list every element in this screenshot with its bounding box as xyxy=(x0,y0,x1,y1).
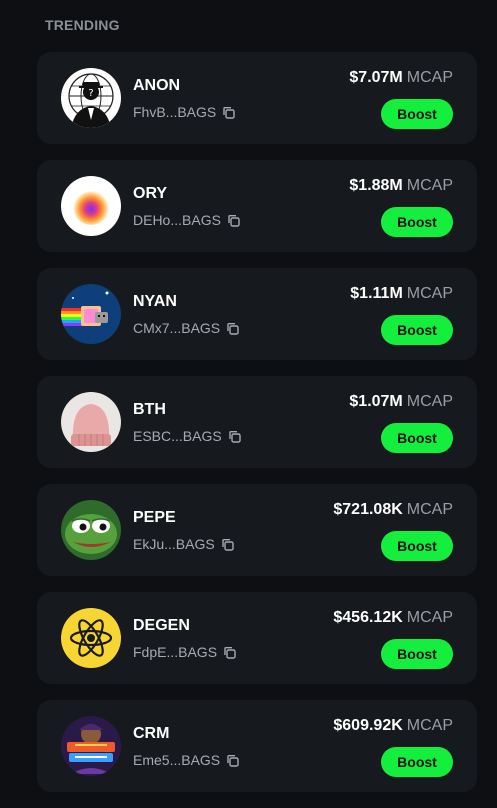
market-cap-unit: MCAP xyxy=(406,285,453,302)
token-address: CMx7...BAGS xyxy=(133,320,239,336)
market-cap-value: $1.88M xyxy=(349,177,403,194)
market-cap-value: $456.12K xyxy=(333,609,403,626)
token-address: FdpE...BAGS xyxy=(133,644,236,660)
market-cap: $1.11M MCAP xyxy=(350,285,453,303)
market-cap-unit: MCAP xyxy=(406,717,453,734)
token-card[interactable]: NYAN CMx7...BAGS $1.11M MCAP Boost xyxy=(37,268,477,360)
nyan-cat-icon xyxy=(61,284,121,344)
market-cap: $609.92K MCAP xyxy=(333,717,453,735)
copy-icon[interactable] xyxy=(227,214,240,227)
market-cap-value: $721.08K xyxy=(333,501,403,518)
token-name: DEGEN xyxy=(133,617,190,634)
market-cap-value: $1.11M xyxy=(350,285,403,302)
market-cap-value: $7.07M xyxy=(349,69,403,86)
boost-button[interactable]: Boost xyxy=(381,531,453,561)
crypto-rug-muncher-logo-icon xyxy=(61,716,121,776)
token-card[interactable]: CRM Eme5...BAGS $609.92K MCAP Boost xyxy=(37,700,477,792)
trending-list: ? ANON FhvB...BAGS $7.07M MCAP Boost ORY… xyxy=(37,52,477,808)
token-address-text: Eme5...BAGS xyxy=(133,752,221,768)
market-cap: $456.12K MCAP xyxy=(333,609,453,627)
boost-button[interactable]: Boost xyxy=(381,423,453,453)
copy-icon[interactable] xyxy=(222,106,235,119)
token-address-text: DEHo...BAGS xyxy=(133,212,221,228)
token-name: CRM xyxy=(133,725,170,742)
token-address: DEHo...BAGS xyxy=(133,212,240,228)
copy-icon[interactable] xyxy=(221,538,234,551)
pink-beanie-icon xyxy=(61,392,121,452)
token-address-text: CMx7...BAGS xyxy=(133,320,221,336)
copy-icon[interactable] xyxy=(226,754,239,767)
token-name: NYAN xyxy=(133,293,177,310)
token-address-text: EkJu...BAGS xyxy=(133,536,215,552)
market-cap-unit: MCAP xyxy=(406,501,453,518)
pepe-frog-icon xyxy=(61,500,121,560)
token-address: EkJu...BAGS xyxy=(133,536,234,552)
token-card[interactable]: DEGEN FdpE...BAGS $456.12K MCAP Boost xyxy=(37,592,477,684)
copy-icon[interactable] xyxy=(226,322,239,335)
copy-icon[interactable] xyxy=(228,430,241,443)
market-cap-unit: MCAP xyxy=(406,69,453,86)
market-cap-unit: MCAP xyxy=(406,609,453,626)
boost-button[interactable]: Boost xyxy=(381,315,453,345)
market-cap: $1.88M MCAP xyxy=(349,177,453,195)
svg-text:?: ? xyxy=(88,88,93,99)
token-card[interactable]: BTH ESBC...BAGS $1.07M MCAP Boost xyxy=(37,376,477,468)
token-address-text: FhvB...BAGS xyxy=(133,104,217,120)
market-cap-unit: MCAP xyxy=(406,177,453,194)
token-card[interactable]: PEPE EkJu...BAGS $721.08K MCAP Boost xyxy=(37,484,477,576)
anonymous-mask-icon: ? xyxy=(61,68,121,128)
boost-button[interactable]: Boost xyxy=(381,639,453,669)
token-name: BTH xyxy=(133,401,166,418)
section-title: TRENDING xyxy=(45,17,120,33)
market-cap: $721.08K MCAP xyxy=(333,501,453,519)
copy-icon[interactable] xyxy=(223,646,236,659)
boost-button[interactable]: Boost xyxy=(381,99,453,129)
token-name: PEPE xyxy=(133,509,176,526)
atom-icon xyxy=(61,608,121,668)
token-address-text: FdpE...BAGS xyxy=(133,644,218,660)
boost-button[interactable]: Boost xyxy=(381,207,453,237)
token-address: ESBC...BAGS xyxy=(133,428,241,444)
market-cap-value: $1.07M xyxy=(349,393,403,410)
boost-button[interactable]: Boost xyxy=(381,747,453,777)
token-name: ORY xyxy=(133,185,168,202)
token-card[interactable]: ORY DEHo...BAGS $1.88M MCAP Boost xyxy=(37,160,477,252)
token-card[interactable]: ? ANON FhvB...BAGS $7.07M MCAP Boost xyxy=(37,52,477,144)
token-address-text: ESBC...BAGS xyxy=(133,428,222,444)
market-cap-unit: MCAP xyxy=(406,393,453,410)
token-name: ANON xyxy=(133,77,181,94)
gradient-orb-icon xyxy=(61,176,121,236)
token-address: FhvB...BAGS xyxy=(133,104,235,120)
token-address: Eme5...BAGS xyxy=(133,752,239,768)
market-cap: $7.07M MCAP xyxy=(349,69,453,87)
market-cap: $1.07M MCAP xyxy=(349,393,453,411)
market-cap-value: $609.92K xyxy=(333,717,403,734)
